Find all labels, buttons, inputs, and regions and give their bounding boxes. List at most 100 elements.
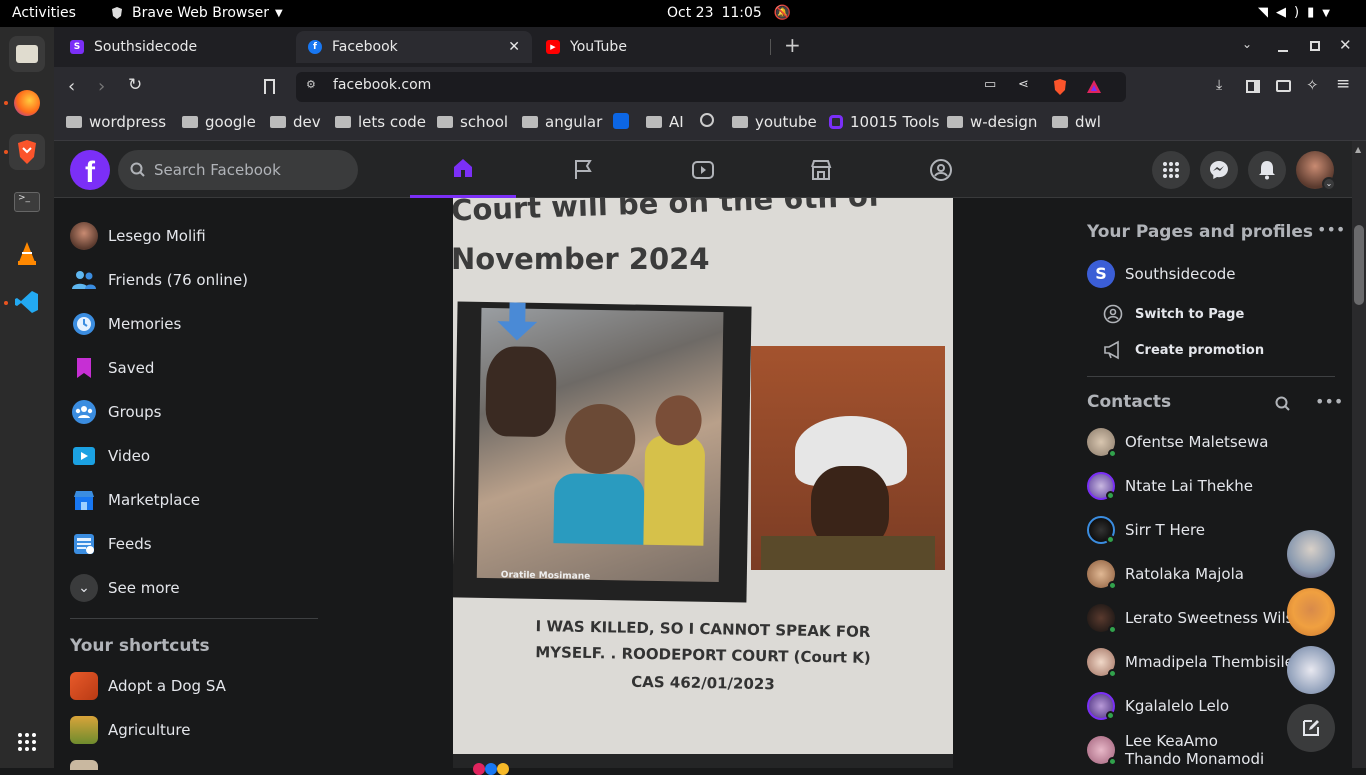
contact-item[interactable]: Ofentse Maletsewa [1087, 422, 1268, 462]
vscode-icon[interactable] [9, 284, 45, 320]
files-icon[interactable] [9, 36, 45, 72]
shortcut-adopt-a-dog[interactable]: Adopt a Dog SA [70, 666, 226, 706]
contact-item[interactable]: Mmadipela Thembisile [1087, 642, 1294, 682]
contact-item[interactable]: Ratolaka Majola [1087, 554, 1244, 594]
bookmark-icon[interactable] [264, 79, 275, 94]
url-text[interactable]: facebook.com [333, 77, 431, 93]
close-tab-icon[interactable]: ✕ [508, 39, 520, 55]
page-southsidecode[interactable]: S Southsidecode [1087, 254, 1236, 294]
firefox-icon[interactable] [9, 85, 45, 121]
vlc-icon[interactable] [9, 235, 45, 271]
see-more-button[interactable]: ⌄ See more [70, 568, 180, 608]
tab-groups[interactable] [888, 141, 994, 198]
new-message-button[interactable] [1287, 704, 1335, 752]
facebook-logo[interactable]: f [70, 150, 110, 190]
app-grid-icon[interactable] [9, 724, 45, 760]
search-box[interactable]: Search Facebook [118, 150, 358, 190]
reaction-icon[interactable] [497, 763, 509, 775]
contact-item[interactable]: Kgalalelo Lelo [1087, 686, 1229, 726]
more-options-icon[interactable]: ••• [1317, 220, 1345, 239]
bookmark-youtube[interactable]: youtube [732, 113, 817, 131]
sidebar-item-groups[interactable]: Groups [70, 392, 161, 432]
clock[interactable]: Oct 23 11:05 🔕 [667, 5, 791, 21]
bookmark-angular[interactable]: angular [522, 113, 602, 131]
globe-icon[interactable] [700, 113, 714, 127]
brave-icon[interactable] [9, 134, 45, 170]
back-button[interactable]: ‹ [68, 76, 75, 97]
switch-to-page-button[interactable]: Switch to Page [1103, 294, 1244, 334]
brave-shields-icon[interactable] [1052, 78, 1068, 96]
search-icon[interactable] [1275, 396, 1291, 412]
menu-grid-button[interactable] [1152, 151, 1190, 189]
forward-button[interactable]: › [98, 76, 105, 97]
shortcut-agriculture[interactable]: Agriculture [70, 710, 191, 750]
reaction-icon[interactable] [473, 763, 485, 775]
sidebar-item-saved[interactable]: Saved [70, 348, 154, 388]
minimize-button[interactable] [1278, 50, 1288, 52]
maximize-button[interactable] [1310, 41, 1320, 51]
new-tab-button[interactable]: + [784, 33, 801, 57]
scroll-up-icon[interactable]: ▲ [1355, 145, 1361, 154]
contact-item[interactable]: Lerato Sweetness Wilson [1087, 598, 1312, 638]
address-bar[interactable]: ⚙ facebook.com ▭ ⋖ [296, 72, 1126, 102]
close-window-button[interactable]: ✕ [1339, 36, 1352, 54]
menu-icon[interactable]: ≡ [1336, 74, 1350, 94]
system-tray[interactable]: ◥◀)▮▼ [1258, 5, 1338, 20]
page-scrollbar[interactable]: ▲ [1352, 141, 1366, 768]
brave-rewards-icon[interactable] [1086, 79, 1102, 94]
bookmark-dwl[interactable]: dwl [1052, 113, 1101, 131]
download-icon[interactable]: ⤓ [1216, 77, 1222, 93]
notifications-button[interactable] [1248, 151, 1286, 189]
sidebar-item-friends[interactable]: Friends (76 online) [70, 260, 248, 300]
tab-video[interactable] [650, 141, 756, 198]
tab-marketplace[interactable] [768, 141, 874, 198]
leo-ai-icon[interactable]: ✧ [1306, 76, 1319, 94]
create-promotion-button[interactable]: Create promotion [1103, 330, 1264, 370]
tab-facebook[interactable]: f Facebook ✕ [296, 31, 532, 63]
sidebar-item-marketplace[interactable]: Marketplace [70, 480, 200, 520]
running-indicator [4, 301, 8, 305]
bookmark-google[interactable]: google [182, 113, 256, 131]
reaction-icon[interactable] [485, 763, 497, 775]
chat-head-avatar[interactable] [1287, 588, 1335, 636]
more-options-icon[interactable]: ••• [1315, 392, 1343, 411]
site-settings-icon[interactable]: ⚙ [306, 78, 316, 91]
activities-button[interactable]: Activities [12, 5, 76, 21]
tab-southsidecode[interactable]: S Southsidecode [58, 31, 294, 63]
sidebar-item-profile[interactable]: Lesego Molifi [70, 216, 206, 256]
app-menu[interactable]: Brave Web Browser ▼ [110, 5, 283, 21]
photo-caption: Oratile Mosimane [500, 570, 591, 582]
contact-item[interactable]: Ntate Lai Thekhe [1087, 466, 1253, 506]
trello-icon[interactable] [613, 113, 629, 129]
bookmark-wordpress[interactable]: wordpress [66, 113, 166, 131]
tab-youtube[interactable]: ▶ YouTube [534, 31, 770, 63]
cast-icon[interactable]: ▭ [984, 77, 996, 92]
tab-pages[interactable] [530, 141, 636, 198]
profile-avatar[interactable]: ⌄ [1296, 151, 1336, 191]
messenger-button[interactable] [1200, 151, 1238, 189]
contact-item[interactable]: Sirr T Here [1087, 510, 1205, 550]
reload-button[interactable]: ↻ [128, 75, 142, 95]
sidebar-toggle-icon[interactable] [1246, 80, 1260, 93]
bookmark-10015-tools[interactable]: 10015 Tools [829, 113, 939, 131]
sidebar-item-feeds[interactable]: Feeds [70, 524, 152, 564]
tab-list-chevron-icon[interactable]: ⌄ [1242, 37, 1252, 51]
post-image[interactable]: Court will be on the 6th of November 202… [453, 198, 953, 754]
bookmark-school[interactable]: school [437, 113, 508, 131]
terminal-icon[interactable]: >_ [9, 184, 45, 220]
share-icon[interactable]: ⋖ [1018, 77, 1029, 92]
chevron-down-icon: ▼ [1322, 8, 1338, 19]
bookmark-lets-code[interactable]: lets code [335, 113, 426, 131]
sidebar-item-memories[interactable]: Memories [70, 304, 181, 344]
chat-head-avatar[interactable] [1287, 530, 1335, 578]
contact-item[interactable]: Lee KeaAmo Thando Monamodi [1087, 732, 1275, 772]
sidebar-item-video[interactable]: Video [70, 436, 150, 476]
bookmark-w-design[interactable]: w-design [947, 113, 1037, 131]
bookmark-ai[interactable]: AI [646, 113, 684, 131]
wallet-icon[interactable] [1276, 80, 1291, 92]
search-input[interactable]: Search Facebook [154, 161, 281, 179]
bookmark-dev[interactable]: dev [270, 113, 321, 131]
tab-home[interactable] [410, 141, 516, 198]
chat-head-avatar[interactable] [1287, 646, 1335, 694]
scrollbar-thumb[interactable] [1354, 225, 1364, 305]
